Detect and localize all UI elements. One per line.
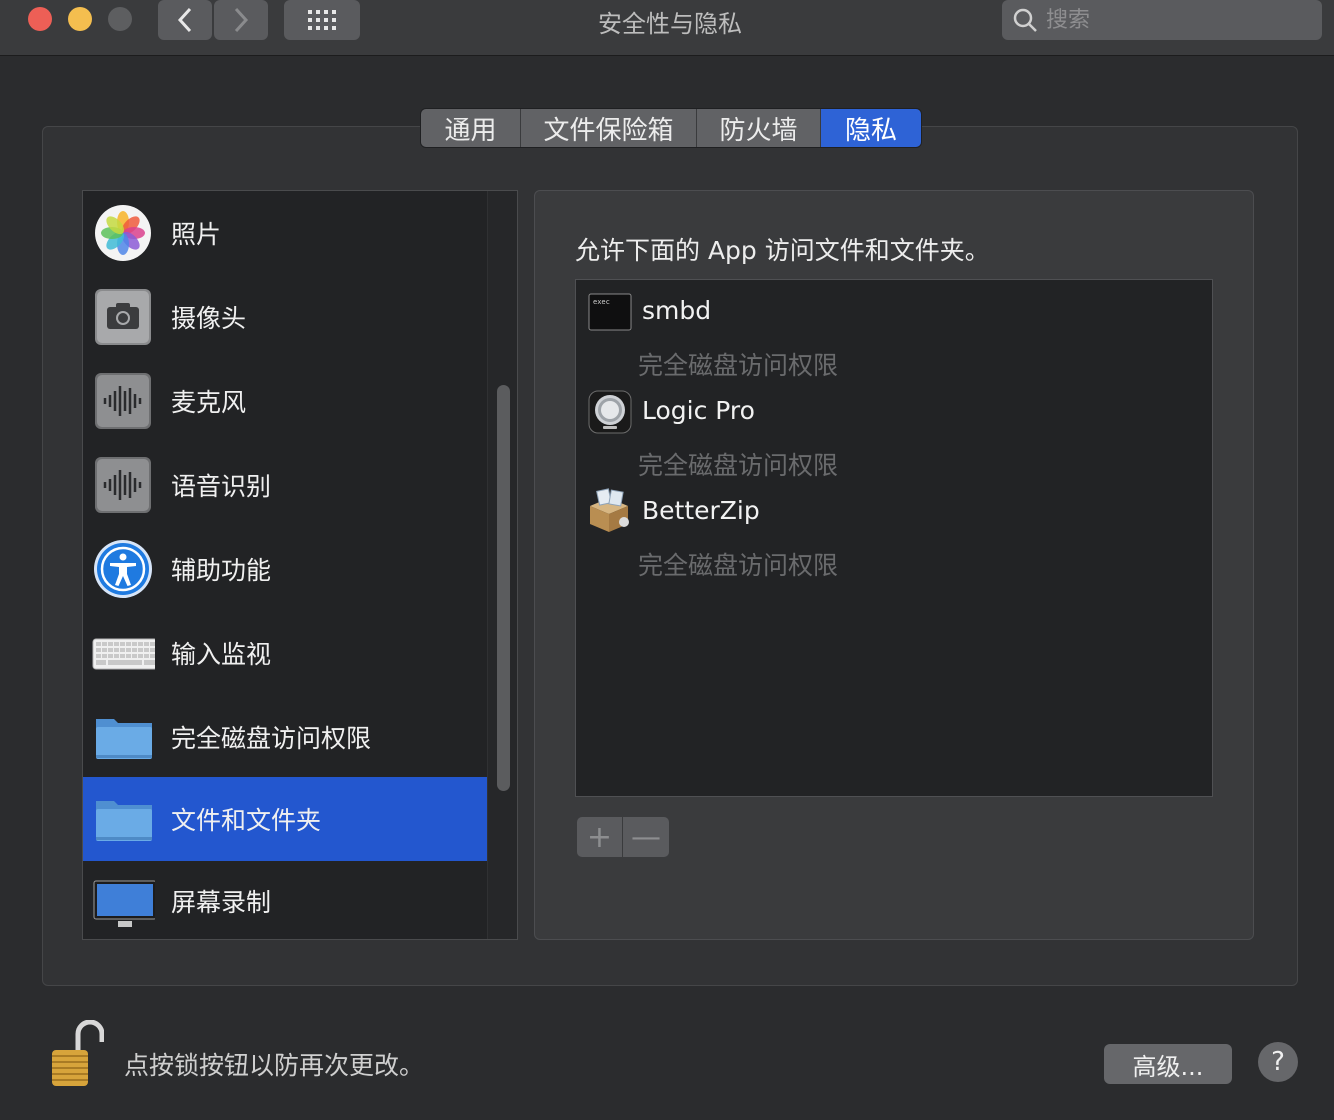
tab-filevault[interactable]: 文件保险箱 — [521, 109, 697, 147]
sidebar-scrollbar[interactable] — [487, 191, 517, 939]
window-title: 安全性与隐私 — [598, 10, 742, 38]
tab-privacy[interactable]: 隐私 — [821, 109, 921, 147]
sidebar-item-files-and-folders[interactable]: 文件和文件夹 — [83, 777, 487, 861]
search-icon — [1013, 8, 1037, 32]
search-field[interactable] — [1002, 0, 1322, 40]
folder-icon — [96, 801, 152, 841]
back-button[interactable] — [158, 0, 212, 40]
tab-bar: 通用 文件保险箱 防火墙 隐私 — [420, 108, 922, 148]
panel-description: 允许下面的 App 访问文件和文件夹。 — [575, 236, 990, 265]
app-permission: 完全磁盘访问权限 — [638, 451, 839, 480]
camera-icon — [95, 289, 151, 345]
sidebar-item-label: 辅助功能 — [171, 556, 272, 585]
sidebar-item-label: 完全磁盘访问权限 — [171, 724, 372, 753]
chevron-right-icon — [234, 7, 249, 33]
betterzip-icon — [590, 488, 629, 532]
advanced-button[interactable]: 高级... — [1104, 1044, 1232, 1084]
sidebar-item-label: 摄像头 — [171, 304, 247, 333]
photos-icon — [95, 205, 151, 261]
show-all-button[interactable] — [284, 0, 360, 40]
accessibility-icon — [94, 540, 152, 598]
folder-icon — [96, 719, 152, 759]
display-icon — [93, 880, 155, 927]
exec-terminal-icon: exec — [588, 293, 632, 331]
sidebar-item-microphone[interactable]: 麦克风 — [83, 359, 487, 443]
add-remove-control: + — — [577, 817, 669, 857]
sidebar-item-speech-recognition[interactable]: 语音识别 — [83, 443, 487, 527]
zoom-button[interactable] — [108, 7, 132, 31]
sidebar-item-label: 输入监视 — [171, 640, 272, 669]
minimize-button[interactable] — [68, 7, 92, 31]
files-and-folders-panel: 允许下面的 App 访问文件和文件夹。 exec smbd 完全磁盘访问权限 L… — [534, 190, 1254, 940]
sidebar-item-label: 屏幕录制 — [171, 888, 272, 917]
search-input[interactable] — [1046, 7, 1306, 33]
sidebar-item-label: 文件和文件夹 — [171, 806, 322, 835]
app-name: BetterZip — [642, 496, 760, 525]
app-permission: 完全磁盘访问权限 — [638, 551, 839, 580]
sidebar-item-label: 照片 — [171, 220, 222, 249]
exec-icon-label: exec — [593, 298, 610, 306]
add-button[interactable]: + — [577, 817, 623, 857]
app-name: Logic Pro — [642, 396, 755, 425]
remove-button[interactable]: — — [623, 817, 669, 857]
tab-general[interactable]: 通用 — [421, 109, 521, 147]
sidebar-item-screen-recording[interactable]: 屏幕录制 — [83, 859, 487, 939]
microphone-icon — [95, 373, 151, 429]
forward-button[interactable] — [214, 0, 268, 40]
help-button[interactable]: ? — [1258, 1042, 1298, 1082]
app-name: smbd — [642, 296, 712, 325]
scrollbar-thumb[interactable] — [497, 385, 510, 791]
title-bar: 安全性与隐私 — [0, 0, 1334, 56]
chevron-left-icon — [177, 7, 192, 33]
tab-firewall[interactable]: 防火墙 — [697, 109, 821, 147]
lock-hint-text: 点按锁按钮以防再次更改。 — [124, 1051, 425, 1080]
sidebar-item-photos[interactable]: 照片 — [83, 191, 487, 275]
sidebar-item-full-disk-access[interactable]: 完全磁盘访问权限 — [83, 695, 487, 779]
speech-recognition-icon — [95, 457, 151, 513]
app-list[interactable]: exec smbd 完全磁盘访问权限 Logic Pro 完全磁盘访问权限 Be… — [575, 279, 1213, 797]
sidebar-item-label: 麦克风 — [171, 388, 247, 417]
grid-icon — [308, 10, 336, 30]
sidebar-item-input-monitoring[interactable]: 输入监视 — [83, 611, 487, 695]
sidebar-item-accessibility[interactable]: 辅助功能 — [83, 527, 487, 611]
unlocked-padlock-icon[interactable] — [48, 1020, 104, 1088]
sidebar-item-camera[interactable]: 摄像头 — [83, 275, 487, 359]
keyboard-icon — [92, 638, 155, 670]
logic-pro-icon — [588, 390, 632, 434]
close-button[interactable] — [28, 7, 52, 31]
sidebar-item-label: 语音识别 — [171, 472, 272, 501]
app-permission: 完全磁盘访问权限 — [638, 351, 839, 380]
privacy-category-list[interactable]: 照片 摄像头 麦克风 语音识别 辅助功能 输入监视 完全磁盘访问权限 文件和文件… — [82, 190, 518, 940]
